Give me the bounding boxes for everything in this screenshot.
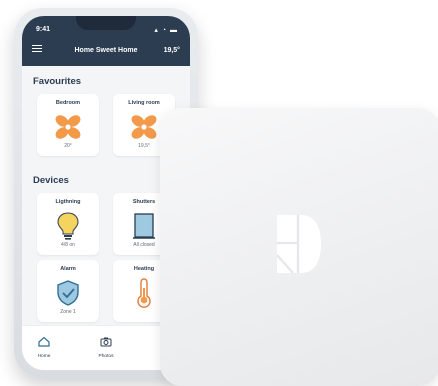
brand-logo-icon bbox=[276, 215, 321, 274]
camera-icon bbox=[100, 337, 112, 347]
devices-title: Devices bbox=[33, 175, 69, 186]
header-temperature: 19,5° bbox=[163, 47, 180, 54]
fan-icon bbox=[131, 115, 157, 139]
shutter-icon bbox=[133, 213, 155, 239]
status-time: 9:41 bbox=[36, 26, 51, 33]
device-card-alarm[interactable]: Alarm Zone 1 bbox=[37, 260, 99, 322]
card-label: Alarm bbox=[60, 266, 76, 272]
lightbulb-icon bbox=[57, 212, 79, 240]
card-label: Bedroom bbox=[55, 100, 81, 106]
nav-photos[interactable]: Photos bbox=[86, 334, 126, 359]
card-value: 4/8 on bbox=[61, 242, 75, 248]
shield-check-icon bbox=[57, 280, 79, 306]
nav-label: Home bbox=[37, 354, 51, 359]
favourite-card-bedroom[interactable]: Bedroom 20° bbox=[37, 94, 99, 156]
nav-label: Photos bbox=[98, 354, 114, 359]
card-label: Living room bbox=[128, 100, 160, 106]
card-value: 20° bbox=[64, 143, 72, 149]
hub-device bbox=[160, 108, 438, 386]
phone-notch bbox=[76, 16, 136, 30]
nav-home[interactable]: Home bbox=[24, 334, 64, 359]
card-label: Ligthning bbox=[55, 199, 81, 205]
home-icon bbox=[38, 336, 50, 347]
card-value: Zone 1 bbox=[60, 309, 76, 315]
thermometer-icon bbox=[137, 278, 151, 308]
device-card-lighting[interactable]: Ligthning 4/8 on bbox=[37, 193, 99, 255]
fan-icon bbox=[55, 115, 81, 139]
status-icons: ▴ ◔ ▬ bbox=[154, 27, 178, 34]
favourites-title: Favourites bbox=[33, 76, 82, 87]
